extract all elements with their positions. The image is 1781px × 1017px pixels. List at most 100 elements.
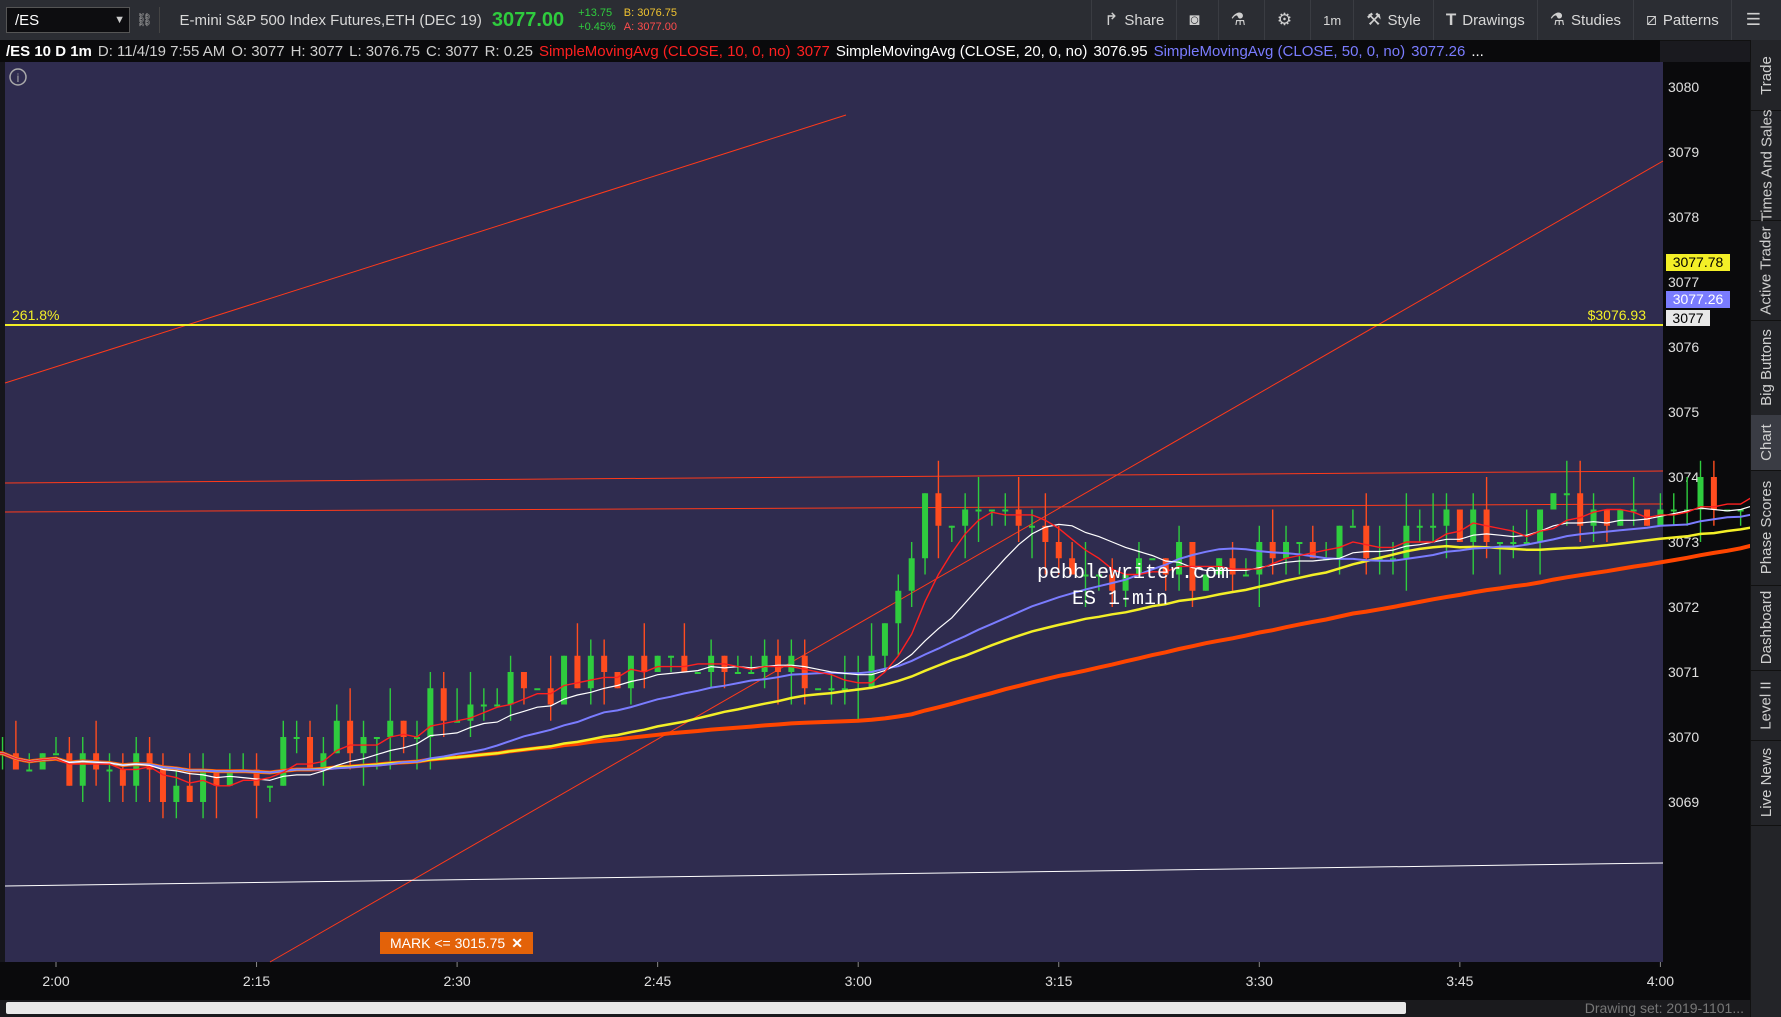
close-icon[interactable]: ✕: [511, 935, 523, 952]
candle-body: [547, 688, 554, 705]
sidebar-tab-dashboard[interactable]: Dashboard: [1751, 585, 1781, 671]
share-icon: ↱: [1104, 10, 1119, 29]
chart-scrollbar[interactable]: Drawing set: 2019-1101...: [0, 1000, 1750, 1017]
y-tick-label: 3074: [1668, 469, 1699, 485]
candle-body: [26, 769, 33, 772]
camera-icon: ◙: [1189, 10, 1200, 29]
plot-area: [5, 62, 1663, 962]
candle-body: [1015, 509, 1022, 526]
studies-button[interactable]: ⚗ Studies: [1536, 0, 1633, 40]
x-tick-label: 2:30: [443, 973, 470, 989]
y-tick-label: 3078: [1668, 209, 1699, 225]
candle-body: [1283, 542, 1290, 559]
settings-button[interactable]: ⚙: [1263, 0, 1310, 40]
share-button[interactable]: ↱ Share: [1091, 0, 1176, 40]
timeframe-button[interactable]: 1m: [1310, 0, 1353, 40]
info-high: H: 3077: [290, 42, 344, 60]
candle-body: [53, 753, 59, 756]
candle-body: [1657, 509, 1664, 526]
y-tick-label: 3079: [1668, 144, 1699, 160]
scroll-thumb[interactable]: [6, 1002, 1406, 1014]
sidebar-tab-phase-scores[interactable]: Phase Scores: [1751, 470, 1781, 586]
y-tick-label: 3072: [1668, 599, 1699, 615]
candle-body: [828, 688, 835, 691]
drawings-label: Drawings: [1462, 11, 1525, 29]
candle-body: [79, 753, 86, 786]
candle-body: [1443, 509, 1450, 526]
candle-body: [895, 590, 902, 624]
symbol-input[interactable]: /ES ▼: [6, 7, 130, 33]
bid-price: B: 3076.75: [623, 7, 677, 19]
fib-label: 261.8%: [12, 307, 59, 323]
patterns-button[interactable]: ⧄ Patterns: [1633, 0, 1731, 40]
ask-price: A: 3077.00: [623, 21, 677, 33]
candle-body: [106, 769, 113, 772]
sma20-label: SimpleMovingAvg (CLOSE, 20, 0, no): [835, 42, 1088, 60]
candle-body: [1055, 542, 1062, 559]
candle-body: [173, 785, 180, 802]
candle-body: [1416, 525, 1423, 528]
candle-body: [1617, 509, 1624, 526]
candle-body: [881, 623, 888, 656]
candle-body: [1456, 509, 1463, 542]
candle-body: [119, 769, 126, 786]
sidebar-tab-times-and-sales[interactable]: Times And Sales: [1751, 109, 1781, 221]
sidebar-tab-label: Phase Scores: [1758, 480, 1776, 575]
candle-body: [587, 655, 594, 689]
net-change: +13.75: [578, 7, 613, 19]
candle-body: [1577, 493, 1584, 526]
flask-button[interactable]: ⚗: [1217, 0, 1264, 40]
sidebar-tab-chart[interactable]: Chart: [1751, 415, 1781, 471]
patterns-icon: ⧄: [1646, 10, 1657, 29]
sidebar-tab-label: Trade: [1758, 55, 1776, 95]
drawing-set-label: Drawing set: 2019-1101...: [1584, 1000, 1744, 1016]
link-icon[interactable]: ⛓: [136, 12, 153, 28]
candle-body: [387, 720, 394, 737]
candle-body: [1002, 509, 1009, 512]
sidebar-tab-level-ii[interactable]: Level II: [1751, 670, 1781, 741]
watermark-line2: ES 1-min: [1072, 588, 1168, 611]
info-range: R: 0.25: [484, 42, 533, 60]
y-tick-label: 3080: [1668, 79, 1699, 95]
x-tick-label: 2:45: [644, 973, 671, 989]
candle-body: [734, 672, 741, 674]
info-open: O: 3077: [231, 42, 285, 60]
candle-body: [1149, 558, 1156, 561]
chevron-down-icon[interactable]: ▼: [114, 14, 125, 26]
candle-body: [1470, 509, 1477, 542]
mark-alert-label[interactable]: MARK <= 3015.75 ✕: [380, 932, 533, 954]
y-tick-label: 3071: [1668, 664, 1699, 680]
candle-body: [1029, 525, 1036, 528]
menu-button[interactable]: ☰: [1730, 0, 1781, 40]
camera-button[interactable]: ◙: [1176, 0, 1217, 40]
last-price: 3077.00: [491, 8, 565, 31]
candle-body: [534, 688, 541, 691]
sidebar-tab-trade[interactable]: Trade: [1751, 40, 1781, 111]
gear-icon: ⚙: [1276, 10, 1293, 29]
drawings-button[interactable]: T Drawings: [1432, 0, 1537, 40]
price-chart[interactable]: 3069 3070 3071 3072 3073 3074 3075 3076 3077 3078…: [0, 62, 1781, 1000]
x-tick-label: 3:15: [1045, 973, 1072, 989]
candle-body: [908, 558, 915, 591]
candle-body: [788, 655, 795, 672]
bid-ask-block: B: 3076.75 A: 3077.00: [624, 6, 677, 34]
sidebar-tab-live-news[interactable]: Live News: [1751, 740, 1781, 826]
sidebar-tab-label: Active Trader: [1758, 225, 1775, 315]
candle-body: [1510, 542, 1517, 544]
studies-label: Studies: [1571, 11, 1622, 29]
candle-body: [66, 753, 73, 786]
x-tick-label: 4:00: [1647, 973, 1674, 989]
sidebar-tab-label: Times And Sales: [1758, 109, 1775, 221]
sidebar-tab-big-buttons[interactable]: Big Buttons: [1751, 320, 1781, 416]
sidebar-tab-active-trader[interactable]: Active Trader: [1751, 220, 1781, 321]
info-more[interactable]: ...: [1471, 43, 1484, 60]
candle-body: [774, 655, 781, 672]
candle-body: [935, 493, 942, 526]
candle-body: [1563, 493, 1570, 496]
change-block: +13.75 +0.45%: [578, 6, 616, 34]
style-button[interactable]: ⚒ Style: [1353, 0, 1433, 40]
sma10-label: SimpleMovingAvg (CLOSE, 10, 0, no): [538, 42, 791, 60]
x-tick-label: 2:15: [243, 973, 270, 989]
net-change-pct: +0.45%: [578, 21, 616, 33]
candle-body: [507, 672, 514, 705]
